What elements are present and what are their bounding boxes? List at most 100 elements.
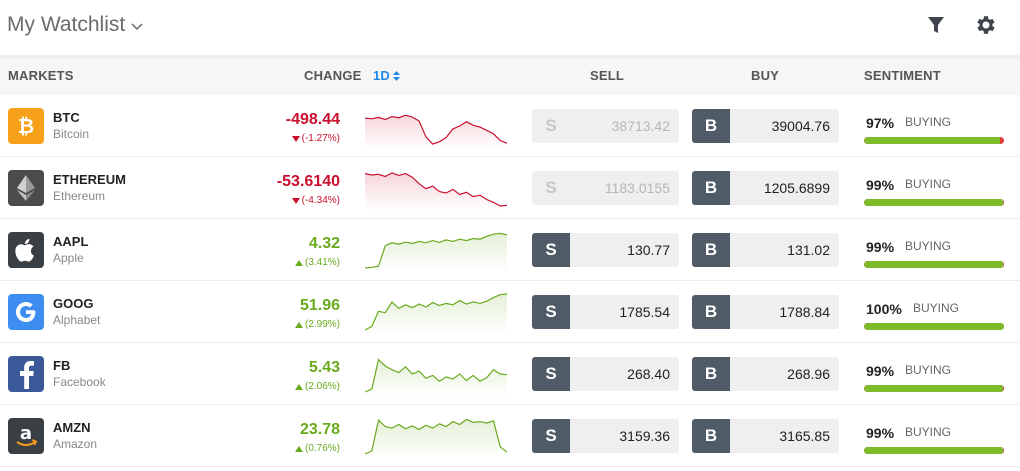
arrow-up-icon [294, 259, 303, 266]
arrow-down-icon [291, 135, 300, 142]
market-symbol[interactable]: BTC [53, 110, 80, 125]
column-header: MARKETS CHANGE 1D SELL BUY SENTIMENT [0, 56, 1020, 95]
change-value: 51.96 [299, 297, 340, 314]
google-icon [8, 294, 44, 330]
change-value: 4.32 [308, 235, 340, 252]
sparkline-chart [365, 358, 507, 396]
buy-price: 3165.85 [730, 419, 839, 453]
market-name: Bitcoin [53, 127, 90, 141]
sentiment-percent: 97% [866, 115, 895, 131]
amazon-icon: a [8, 418, 44, 454]
page-title[interactable]: My Watchlist [7, 13, 125, 37]
sentiment-label: BUYING [905, 177, 952, 191]
buy-button[interactable]: B 39004.76 [692, 109, 839, 143]
sell-price: 268.40 [570, 357, 679, 391]
sell-letter: S [532, 233, 570, 267]
buy-price: 268.96 [730, 357, 839, 391]
change-percent-label: (-1.27%) [301, 133, 340, 144]
sell-column-header: SELL [590, 68, 625, 83]
change-percent: (0.76%) [294, 443, 340, 454]
sentiment-percent: 99% [866, 425, 895, 441]
sentiment-percent: 99% [866, 177, 895, 193]
change-column-header[interactable]: CHANGE [304, 68, 362, 83]
sparkline-chart [365, 232, 507, 272]
sentiment-label: BUYING [905, 363, 952, 377]
table-row[interactable]: GOOG Alphabet 51.96 (2.99%) S 1785.54 B … [0, 281, 1020, 343]
sentiment-column-header: SENTIMENT [864, 68, 941, 83]
table-row[interactable]: AAPL Apple 4.32 (3.41%) S 130.77 B 131.0… [0, 219, 1020, 281]
change-percent-label: (3.41%) [304, 257, 340, 268]
sentiment-label: BUYING [905, 239, 952, 253]
arrow-up-icon [294, 445, 303, 452]
buy-price: 39004.76 [730, 109, 839, 143]
change-percent: (2.06%) [294, 381, 340, 392]
sparkline-chart [365, 114, 507, 148]
sell-button[interactable]: S 130.77 [532, 233, 679, 267]
chevron-down-icon[interactable] [130, 20, 144, 32]
svg-text:₿: ₿ [18, 114, 34, 138]
table-row[interactable]: ETHEREUM Ethereum -53.6140 (-4.34%) S 11… [0, 157, 1020, 219]
buy-button[interactable]: B 1788.84 [692, 295, 839, 329]
top-bar: My Watchlist [0, 0, 1020, 55]
sentiment-percent: 99% [866, 363, 895, 379]
sentiment-bar [864, 323, 1004, 330]
market-name: Ethereum [53, 189, 106, 203]
sentiment-percent: 100% [866, 301, 902, 317]
markets-column-header[interactable]: MARKETS [8, 68, 74, 83]
sentiment-fill [864, 447, 1003, 454]
sentiment-label: BUYING [905, 425, 952, 439]
sell-letter: S [532, 109, 570, 143]
sentiment-percent: 99% [866, 239, 895, 255]
sell-button[interactable]: S 1785.54 [532, 295, 679, 329]
change-percent: (3.41%) [294, 257, 340, 268]
sentiment-label: BUYING [913, 301, 960, 315]
change-value: 23.78 [299, 421, 340, 438]
market-symbol[interactable]: ETHEREUM [53, 172, 126, 187]
sell-price: 3159.36 [570, 419, 679, 453]
change-percent-label: (2.06%) [304, 381, 340, 392]
sell-button[interactable]: S 38713.42 [532, 109, 679, 143]
change-percent-label: (-4.34%) [301, 195, 340, 206]
sell-price: 38713.42 [570, 109, 679, 143]
sell-button[interactable]: S 1183.0155 [532, 171, 679, 205]
sell-button[interactable]: S 3159.36 [532, 419, 679, 453]
change-percent-label: (2.99%) [304, 319, 340, 330]
market-name: Apple [53, 251, 84, 265]
svg-text:a: a [20, 423, 32, 444]
table-row[interactable]: ₿ BTC Bitcoin -498.44 (-1.27%) S 38713.4… [0, 95, 1020, 157]
sell-button[interactable]: S 268.40 [532, 357, 679, 391]
sentiment-fill [864, 385, 1003, 392]
table-row[interactable]: a AMZN Amazon 23.78 (0.76%) S 3159.36 B … [0, 405, 1020, 467]
sell-letter: S [532, 171, 570, 205]
filter-icon[interactable] [925, 14, 947, 36]
buy-letter: B [692, 109, 730, 143]
gear-icon[interactable] [974, 13, 998, 37]
market-symbol[interactable]: FB [53, 358, 70, 373]
period-selector[interactable]: 1D [373, 68, 401, 83]
sell-letter: S [532, 295, 570, 329]
buy-button[interactable]: B 131.02 [692, 233, 839, 267]
table-row[interactable]: FB Facebook 5.43 (2.06%) S 268.40 B 268.… [0, 343, 1020, 405]
buy-price: 131.02 [730, 233, 839, 267]
sentiment-bar [864, 447, 1004, 454]
market-symbol[interactable]: GOOG [53, 296, 93, 311]
buy-button[interactable]: B 268.96 [692, 357, 839, 391]
sell-price: 1785.54 [570, 295, 679, 329]
change-percent: (2.99%) [294, 319, 340, 330]
sentiment-bar [864, 137, 1004, 144]
buy-button[interactable]: B 3165.85 [692, 419, 839, 453]
market-name: Amazon [53, 437, 98, 451]
sell-letter: S [532, 419, 570, 453]
buy-price: 1788.84 [730, 295, 839, 329]
change-value: 5.43 [308, 359, 340, 376]
watchlist-table: ₿ BTC Bitcoin -498.44 (-1.27%) S 38713.4… [0, 95, 1020, 467]
arrow-up-icon [294, 383, 303, 390]
market-symbol[interactable]: AMZN [53, 420, 91, 435]
apple-icon [8, 232, 44, 268]
buy-button[interactable]: B 1205.6899 [692, 171, 839, 205]
buy-letter: B [692, 233, 730, 267]
buy-letter: B [692, 357, 730, 391]
buy-price: 1205.6899 [730, 171, 839, 205]
market-symbol[interactable]: AAPL [53, 234, 88, 249]
change-value: -53.6140 [276, 173, 340, 190]
